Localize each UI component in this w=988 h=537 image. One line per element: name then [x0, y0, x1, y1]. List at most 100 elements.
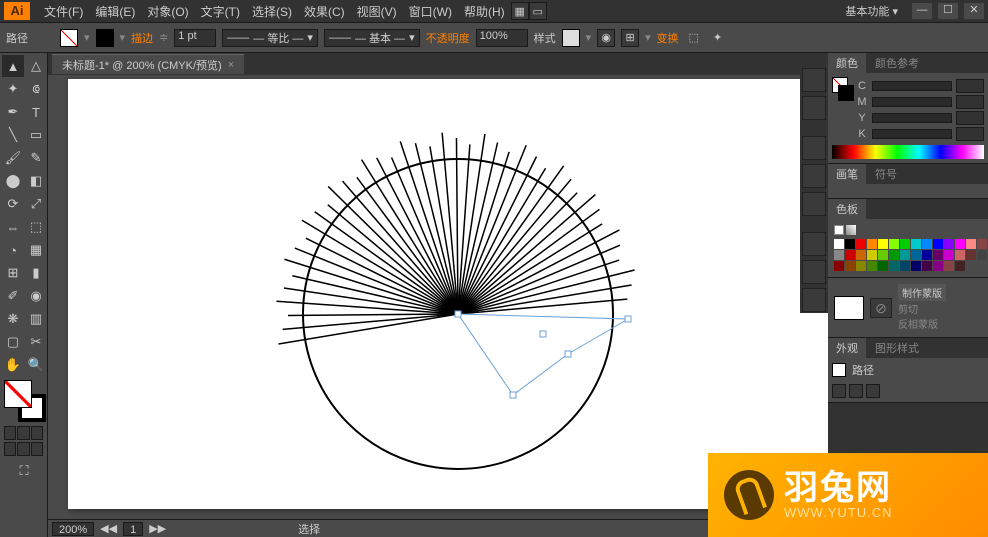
appearance-btn-3[interactable] — [866, 384, 880, 398]
menu-effect[interactable]: 效果(C) — [298, 3, 351, 20]
hand-tool[interactable]: ✋ — [2, 354, 24, 376]
screen-mode-btn[interactable]: ⛶ — [2, 460, 46, 482]
swatch[interactable] — [944, 261, 954, 271]
dock-icon-2[interactable] — [802, 96, 826, 120]
swatch-none[interactable] — [834, 225, 844, 235]
fill-stroke-control[interactable] — [4, 380, 46, 422]
menu-select[interactable]: 选择(S) — [246, 3, 298, 20]
stroke-label[interactable]: 描边 — [131, 30, 153, 46]
rectangle-tool[interactable]: ▭ — [25, 124, 47, 146]
symbols-tab[interactable]: 符号 — [867, 164, 905, 184]
swatch[interactable] — [966, 239, 976, 249]
swatch[interactable] — [977, 239, 987, 249]
swatch[interactable] — [933, 239, 943, 249]
swatch[interactable] — [955, 261, 965, 271]
line-tool[interactable]: ╲ — [2, 124, 24, 146]
mesh-tool[interactable]: ⊞ — [2, 262, 24, 284]
opacity-label[interactable]: 不透明度 — [426, 30, 470, 46]
swatch[interactable] — [944, 239, 954, 249]
swatch[interactable] — [878, 261, 888, 271]
swatch[interactable] — [856, 239, 866, 249]
direct-selection-tool[interactable]: △ — [25, 55, 47, 77]
draw-behind-btn[interactable] — [17, 442, 29, 456]
swatch-registration[interactable] — [846, 225, 856, 235]
c-slider[interactable] — [872, 81, 952, 91]
swatch[interactable] — [900, 239, 910, 249]
y-value[interactable] — [956, 111, 984, 125]
width-tool[interactable]: ⇔ — [2, 216, 24, 238]
swatch[interactable] — [845, 239, 855, 249]
nav-next-icon[interactable]: ▶▶ — [149, 522, 166, 535]
pen-tool[interactable]: ✒ — [2, 101, 24, 123]
dock-icon-1[interactable] — [802, 68, 826, 92]
minimize-button[interactable]: — — [912, 3, 932, 19]
menu-view[interactable]: 视图(V) — [351, 3, 403, 20]
swatch[interactable] — [867, 239, 877, 249]
perspective-grid-tool[interactable]: ▦ — [25, 239, 47, 261]
swatch[interactable] — [834, 261, 844, 271]
swatch[interactable] — [878, 239, 888, 249]
dock-icon-5[interactable] — [802, 192, 826, 216]
dock-icon-3[interactable] — [802, 136, 826, 160]
dock-icon-6[interactable] — [802, 232, 826, 256]
nav-prev-icon[interactable]: ◀◀ — [100, 522, 117, 535]
menu-edit[interactable]: 编辑(E) — [89, 3, 141, 20]
swatch[interactable] — [933, 250, 943, 260]
swatch[interactable] — [911, 239, 921, 249]
shape-builder-tool[interactable]: ◔ — [2, 239, 24, 261]
opacity-input[interactable]: 100% — [476, 29, 528, 47]
slice-tool[interactable]: ✂ — [25, 331, 47, 353]
swatch[interactable] — [856, 261, 866, 271]
appearance-tab[interactable]: 外观 — [828, 338, 866, 358]
dock-icon-8[interactable] — [802, 288, 826, 312]
workspace-switcher[interactable]: 基本功能 ▾ — [837, 1, 906, 21]
swatch[interactable] — [922, 239, 932, 249]
isolate-icon[interactable]: ⬚ — [685, 29, 703, 47]
y-slider[interactable] — [872, 113, 952, 123]
dock-icon-4[interactable] — [802, 164, 826, 188]
symbol-sprayer-tool[interactable]: ❋ — [2, 308, 24, 330]
swatch[interactable] — [922, 261, 932, 271]
dock-icon-7[interactable] — [802, 260, 826, 284]
gradient-mode-btn[interactable] — [17, 426, 29, 440]
swatch[interactable] — [845, 261, 855, 271]
blob-brush-tool[interactable]: ⬤ — [2, 170, 24, 192]
swatch[interactable] — [878, 250, 888, 260]
swatch[interactable] — [834, 239, 844, 249]
lasso-tool[interactable]: ⟃ — [25, 78, 47, 100]
pencil-tool[interactable]: ✎ — [25, 147, 47, 169]
transform-label[interactable]: 变换 — [657, 30, 679, 46]
menu-object[interactable]: 对象(O) — [141, 3, 194, 20]
brushes-tab[interactable]: 画笔 — [828, 164, 866, 184]
align-icon[interactable]: ⊞ — [621, 29, 639, 47]
make-mask-button[interactable]: 制作蒙版 — [898, 284, 946, 301]
swatch[interactable] — [911, 261, 921, 271]
document-tab[interactable]: 未标题-1* @ 200% (CMYK/预览) × — [52, 54, 244, 74]
color-mode-btn[interactable] — [4, 426, 16, 440]
none-mode-btn[interactable] — [31, 426, 43, 440]
paintbrush-tool[interactable]: 🖌 — [2, 147, 24, 169]
recolor-icon[interactable]: ◉ — [597, 29, 615, 47]
draw-normal-btn[interactable] — [4, 442, 16, 456]
fill-swatch[interactable] — [60, 29, 78, 47]
c-value[interactable] — [956, 79, 984, 93]
swatch[interactable] — [867, 250, 877, 260]
swatch[interactable] — [867, 261, 877, 271]
menu-icon-1[interactable]: ▦ — [511, 2, 529, 20]
color-spectrum[interactable] — [832, 145, 984, 159]
stroke-weight-input[interactable]: 1 pt — [174, 29, 216, 47]
eyedropper-tool[interactable]: ✐ — [2, 285, 24, 307]
mask-link-icon[interactable]: ⊘ — [870, 298, 892, 318]
k-value[interactable] — [956, 127, 984, 141]
column-graph-tool[interactable]: ▥ — [25, 308, 47, 330]
zoom-field[interactable]: 200% — [52, 522, 94, 536]
scale-tool[interactable]: ⤢ — [25, 193, 47, 215]
maximize-button[interactable]: ☐ — [938, 3, 958, 19]
menu-file[interactable]: 文件(F) — [38, 3, 89, 20]
type-tool[interactable]: T — [25, 101, 47, 123]
swatch[interactable] — [955, 239, 965, 249]
blend-tool[interactable]: ◉ — [25, 285, 47, 307]
draw-inside-btn[interactable] — [31, 442, 43, 456]
menu-icon-2[interactable]: ▭ — [529, 2, 547, 20]
rotate-tool[interactable]: ⟳ — [2, 193, 24, 215]
